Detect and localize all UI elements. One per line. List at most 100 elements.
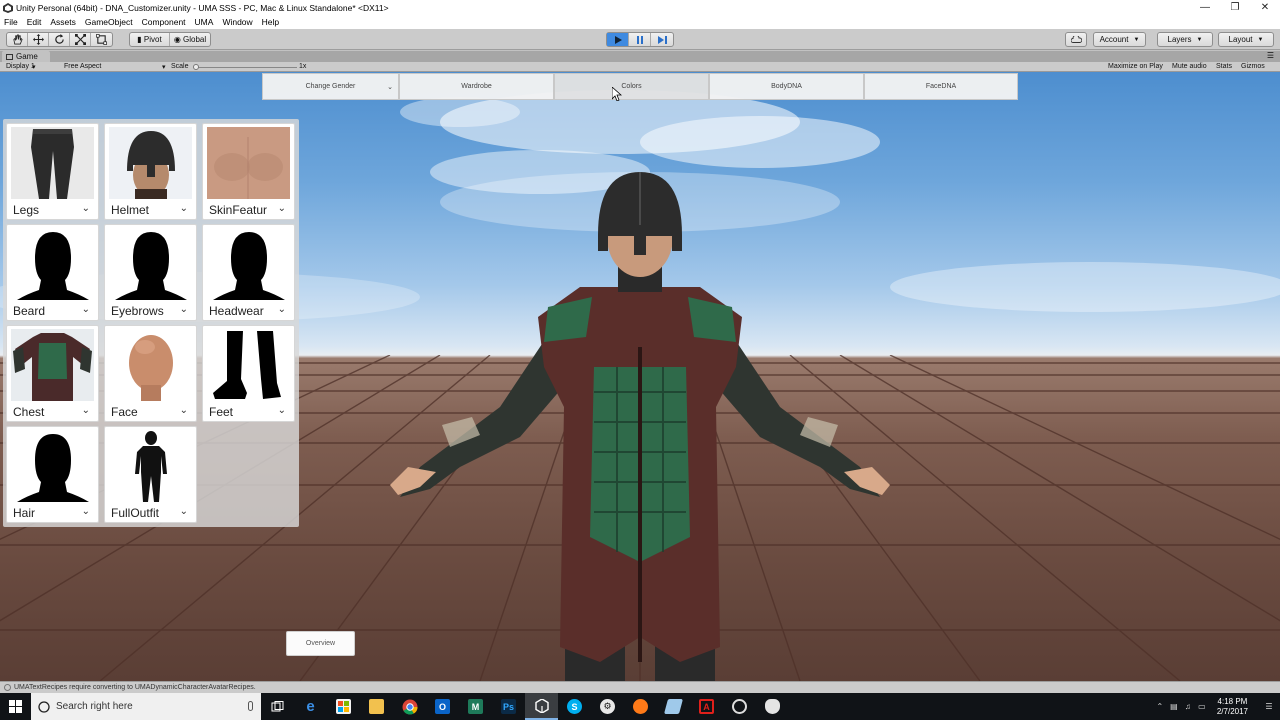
close-icon[interactable]: ✕	[1250, 0, 1280, 15]
tab-facedna[interactable]: FaceDNA	[864, 73, 1018, 100]
taskbar-file-explorer[interactable]	[360, 693, 393, 720]
taskbar-store[interactable]	[327, 693, 360, 720]
chevron-down-icon[interactable]: ⌄	[82, 506, 90, 517]
clock[interactable]: 4:18 PM 2/7/2017	[1217, 697, 1248, 717]
notifications-icon[interactable]: ☰	[1258, 693, 1280, 720]
taskbar-outlook[interactable]: O	[426, 693, 459, 720]
wardrobe-slot-helmet[interactable]: Helmet ⌄	[104, 123, 197, 220]
menu-assets[interactable]: Assets	[50, 17, 76, 27]
menu-file[interactable]: File	[4, 17, 18, 27]
battery-icon[interactable]: ▭	[1195, 693, 1209, 720]
steam-icon: ⚙	[600, 699, 615, 714]
overview-button[interactable]: Overview	[286, 631, 355, 656]
scale-slider-track[interactable]	[195, 67, 297, 68]
uma-character[interactable]	[380, 167, 900, 681]
cloud-icon	[1070, 36, 1082, 43]
chevron-down-icon[interactable]: ⌄	[82, 304, 90, 315]
wardrobe-slot-legs[interactable]: Legs ⌄	[6, 123, 99, 220]
chevron-down-icon[interactable]: ⌄	[180, 203, 188, 214]
layers-label: Layers	[1167, 35, 1192, 44]
wardrobe-slot-feet[interactable]: Feet ⌄	[202, 325, 295, 422]
account-dropdown[interactable]: Account ▼	[1093, 32, 1146, 47]
rect-tool-icon[interactable]	[91, 33, 112, 46]
chevron-down-icon[interactable]: ⌄	[278, 304, 286, 315]
menu-uma[interactable]: UMA	[195, 17, 214, 27]
taskbar-steam[interactable]: ⚙	[591, 693, 624, 720]
layers-dropdown[interactable]: Layers ▼	[1157, 32, 1213, 47]
scale-tool-icon[interactable]	[70, 33, 91, 46]
stats-toggle[interactable]: Stats	[1216, 63, 1232, 70]
hand-tool-icon[interactable]	[7, 33, 28, 46]
taskbar-edge[interactable]: e	[294, 693, 327, 720]
windows-start-button[interactable]	[0, 693, 31, 720]
taskbar-search[interactable]: Search right here	[31, 693, 261, 720]
wardrobe-slot-face[interactable]: Face ⌄	[104, 325, 197, 422]
status-message[interactable]: UMATextRecipes require converting to UMA…	[14, 684, 256, 691]
global-toggle[interactable]: ◉ Global	[170, 33, 210, 46]
taskbar-photoshop[interactable]: Ps	[492, 693, 525, 720]
chevron-down-icon[interactable]: ⌄	[180, 405, 188, 416]
menu-window[interactable]: Window	[222, 17, 252, 27]
gizmos-dropdown[interactable]: Gizmos	[1241, 63, 1265, 70]
taskbar-acrobat[interactable]: A	[690, 693, 723, 720]
menu-gameobject[interactable]: GameObject	[85, 17, 133, 27]
taskbar-unity[interactable]	[525, 693, 558, 720]
taskbar-misc-app[interactable]	[657, 693, 690, 720]
microphone-icon[interactable]	[248, 701, 253, 711]
tab-change-gender[interactable]: Change Gender ⌄	[262, 73, 399, 100]
minimize-icon[interactable]: —	[1190, 0, 1220, 15]
menu-help[interactable]: Help	[262, 17, 279, 27]
game-view[interactable]: Change Gender ⌄ Wardrobe Colors BodyDNA F…	[0, 72, 1280, 681]
chevron-down-icon[interactable]: ⌄	[82, 405, 90, 416]
network-icon[interactable]: ▤	[1167, 693, 1181, 720]
tab-label: Wardrobe	[461, 83, 492, 90]
menu-component[interactable]: Component	[142, 17, 186, 27]
store-icon	[336, 699, 351, 714]
wardrobe-slot-hair[interactable]: Hair ⌄	[6, 426, 99, 523]
taskbar-m-app[interactable]: M	[459, 693, 492, 720]
chevron-down-icon[interactable]: ⌄	[180, 304, 188, 315]
play-button[interactable]	[607, 33, 629, 46]
chevron-down-icon[interactable]: ⌄	[278, 405, 286, 416]
tab-menu-icon[interactable]: ☰	[1267, 51, 1274, 60]
task-view-button[interactable]	[261, 693, 294, 720]
wardrobe-slot-fulloutfit[interactable]: FullOutfit ⌄	[104, 426, 197, 523]
pause-button[interactable]	[629, 33, 651, 46]
folder-icon	[369, 699, 384, 714]
scale-slider-knob[interactable]	[193, 64, 199, 70]
photoshop-icon: Ps	[501, 699, 516, 714]
move-tool-icon[interactable]	[28, 33, 49, 46]
volume-icon[interactable]: ♫	[1181, 693, 1195, 720]
taskbar-firefox[interactable]	[624, 693, 657, 720]
pivot-toggle[interactable]: ▮ Pivot	[130, 33, 170, 46]
display-select[interactable]: Display 1	[6, 63, 35, 70]
menu-edit[interactable]: Edit	[27, 17, 42, 27]
taskbar-app-circle[interactable]	[723, 693, 756, 720]
wardrobe-slot-beard[interactable]: Beard ⌄	[6, 224, 99, 321]
chevron-down-icon[interactable]: ⌄	[278, 203, 286, 214]
rotate-tool-icon[interactable]	[49, 33, 70, 46]
game-tab[interactable]: Game	[2, 51, 50, 62]
tab-bodydna[interactable]: BodyDNA	[709, 73, 864, 100]
maximize-on-play-toggle[interactable]: Maximize on Play	[1108, 63, 1163, 70]
taskbar-app-shield[interactable]	[756, 693, 789, 720]
search-placeholder: Search right here	[56, 701, 133, 712]
step-button[interactable]	[651, 33, 673, 46]
cloud-button[interactable]	[1065, 32, 1087, 47]
tab-wardrobe[interactable]: Wardrobe	[399, 73, 554, 100]
wardrobe-slot-skinfeatur[interactable]: SkinFeatur ⌄	[202, 123, 295, 220]
layout-dropdown[interactable]: Layout ▼	[1218, 32, 1274, 47]
wardrobe-slot-chest[interactable]: Chest ⌄	[6, 325, 99, 422]
wardrobe-slot-eyebrows[interactable]: Eyebrows ⌄	[104, 224, 197, 321]
taskbar-skype[interactable]: S	[558, 693, 591, 720]
chevron-down-icon[interactable]: ⌄	[82, 203, 90, 214]
mute-audio-toggle[interactable]: Mute audio	[1172, 63, 1207, 70]
wardrobe-slot-headwear[interactable]: Headwear ⌄	[202, 224, 295, 321]
chevron-down-icon[interactable]: ⌄	[180, 506, 188, 517]
slot-label: Eyebrows	[111, 304, 164, 318]
aspect-select[interactable]: Free Aspect	[64, 63, 101, 70]
restore-icon[interactable]: ❐	[1220, 0, 1250, 15]
taskbar-chrome[interactable]	[393, 693, 426, 720]
tab-colors[interactable]: Colors	[554, 73, 709, 100]
chevron-up-icon[interactable]: ⌃	[1153, 693, 1167, 720]
